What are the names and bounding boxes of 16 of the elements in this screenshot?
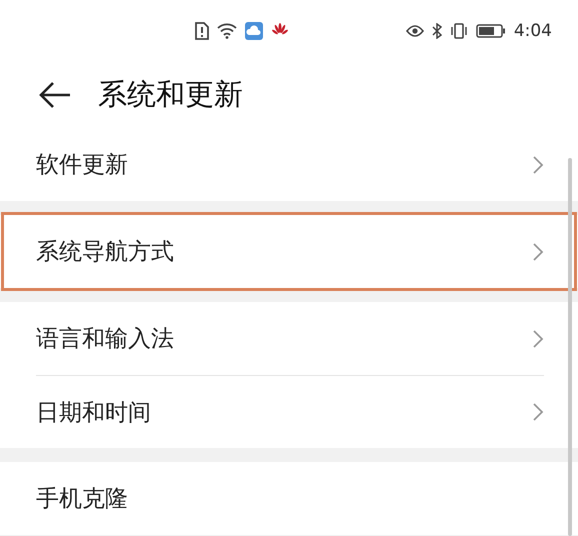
chevron-icon [532, 402, 544, 422]
vibrate-icon [450, 23, 468, 39]
battery-icon [476, 24, 506, 38]
back-arrow-icon[interactable] [38, 81, 72, 109]
chevron-icon [532, 154, 544, 174]
sim-alert-icon [195, 22, 209, 40]
cloud-app-icon [245, 22, 263, 40]
chevron-icon [532, 242, 544, 262]
eye-icon [406, 25, 424, 37]
status-time: 4:04 [514, 21, 552, 41]
bluetooth-icon [432, 23, 442, 39]
chevron-icon [532, 328, 544, 348]
wifi-icon [217, 23, 237, 39]
page-title: 系统和更新 [98, 76, 243, 113]
settings-item[interactable]: 语言和输入法 [36, 302, 544, 375]
settings-item[interactable]: 日期和时间 [36, 375, 544, 448]
